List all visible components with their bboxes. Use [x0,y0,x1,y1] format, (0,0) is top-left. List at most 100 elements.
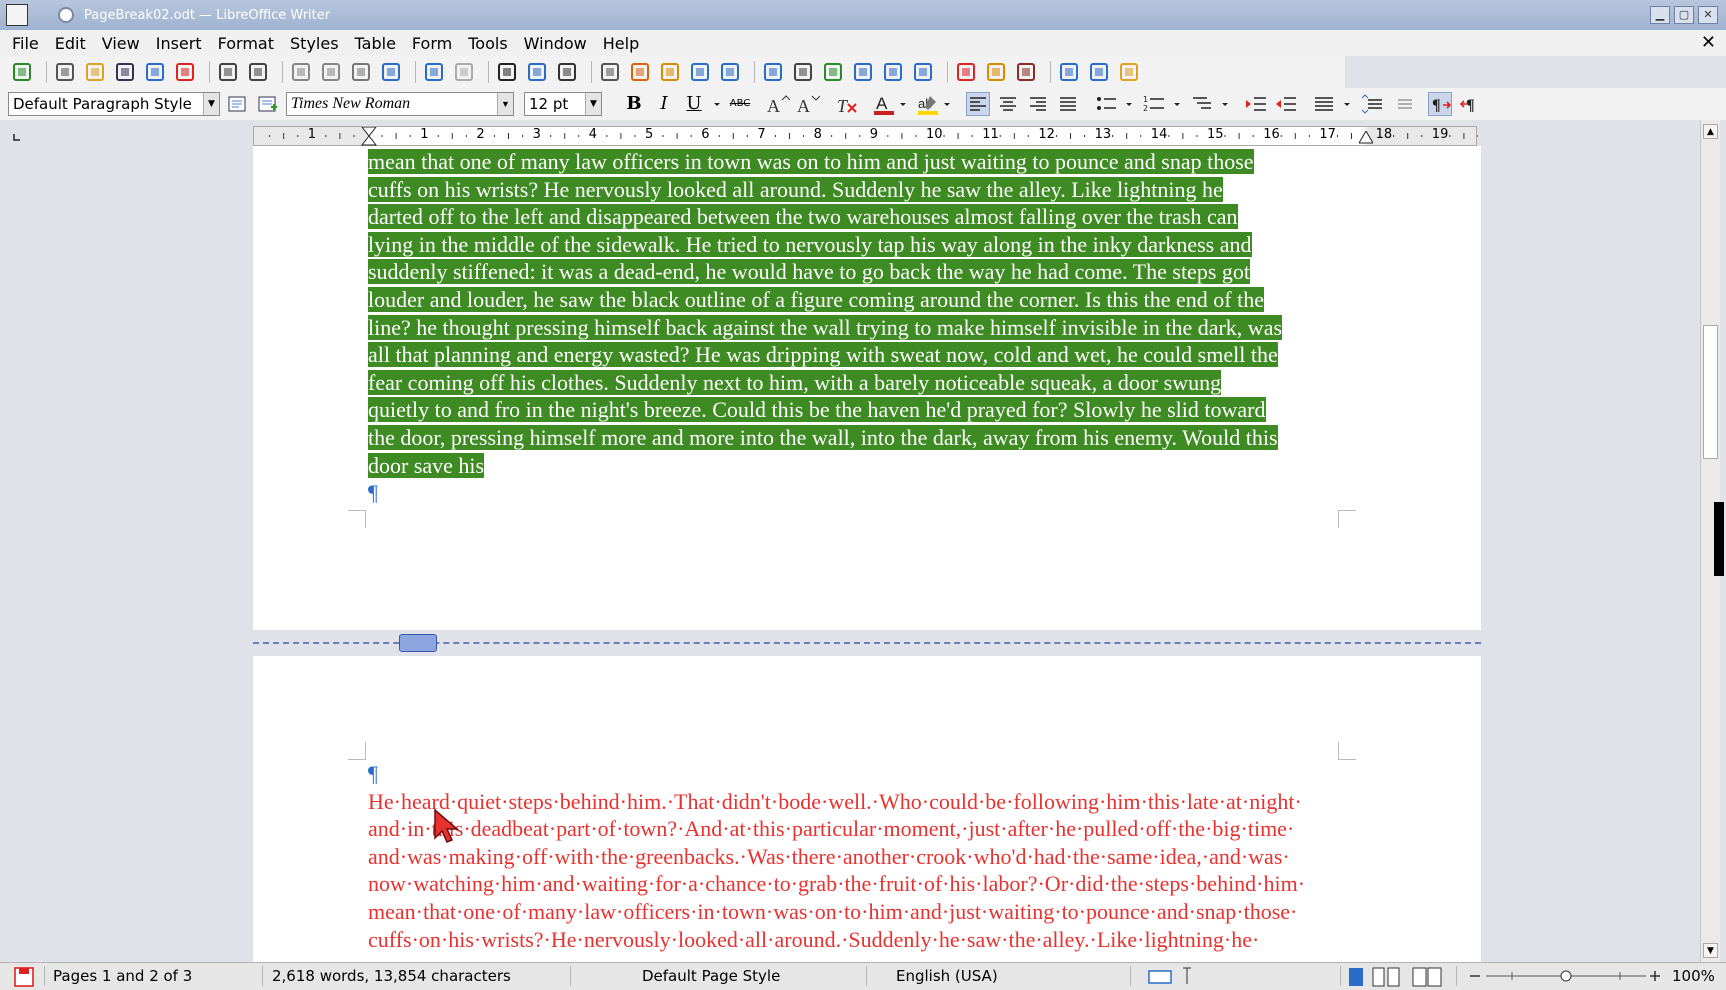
new-document-icon[interactable] [53,60,77,84]
selected-text[interactable]: lying in the middle of the sidewalk. He … [368,231,1252,257]
selected-text[interactable]: door save his [368,452,485,478]
menu-file[interactable]: File [12,34,39,53]
line-spacing-icon[interactable] [1312,92,1336,116]
export-pdf-icon[interactable] [173,60,197,84]
align-center-icon[interactable] [996,92,1020,116]
zoom-slider[interactable] [1466,965,1662,990]
outline-list-icon[interactable] [1190,92,1214,116]
bullet-list-icon[interactable] [1094,92,1118,116]
menu-format[interactable]: Format [218,34,274,53]
numbered-list-icon[interactable]: 12 [1142,92,1166,116]
paragraph-style-combo[interactable]: Default Paragraph Style ▼ [8,92,220,116]
page2-paragraph[interactable]: ¶ He·heard·quiet·steps·behind·him.·That·d… [368,760,1368,953]
document-area[interactable]: mean that one of many law officers in to… [0,146,1707,962]
chevron-down-icon[interactable] [1124,92,1134,116]
selected-text[interactable]: quietly to and fro in the night's breeze… [368,397,1266,423]
maximize-button[interactable]: ▢ [1674,6,1694,24]
align-right-icon[interactable] [1026,92,1050,116]
scroll-up-icon[interactable]: ▲ [1703,124,1718,139]
menu-form[interactable]: Form [412,34,452,53]
menu-table[interactable]: Table [355,34,396,53]
cut-icon[interactable] [289,60,313,84]
multi-page-view-icon[interactable] [1370,965,1404,990]
grow-font-icon[interactable]: A [766,92,791,116]
menu-help[interactable]: Help [603,34,639,53]
update-style-icon[interactable] [226,92,250,116]
font-size-combo[interactable]: 12 pt ▼ [524,92,602,116]
chevron-down-icon[interactable] [1220,92,1230,116]
chevron-down-icon[interactable] [712,92,722,116]
selected-text[interactable]: fear coming off his clothes. Suddenly ne… [368,369,1222,395]
selected-text[interactable]: darted off to the left and disappeared b… [368,204,1238,230]
insert-endnote-icon[interactable] [881,60,905,84]
zoom-level[interactable]: 100% [1672,967,1715,985]
underline-button[interactable]: U [682,92,706,116]
selected-text[interactable]: suddenly stiffened: it was a dead-end, h… [368,259,1250,285]
highlight-color-icon[interactable]: ab [916,92,940,116]
chevron-down-icon[interactable]: ▼ [497,93,513,115]
redo-icon[interactable] [452,60,476,84]
strikethrough-button[interactable]: ABC [728,92,752,116]
insert-image-icon[interactable] [628,60,652,84]
page-1[interactable]: mean that one of many law officers in to… [253,146,1481,630]
word-count[interactable]: 2,618 words, 13,854 characters [272,967,511,985]
font-color-icon[interactable]: A [872,92,896,116]
new-style-icon[interactable] [256,92,280,116]
chevron-down-icon[interactable]: ▼ [585,93,601,115]
chevron-down-icon[interactable]: ▼ [203,93,219,115]
save-as-icon[interactable] [143,60,167,84]
bold-button[interactable]: B [622,92,646,116]
insert-textbox-icon[interactable] [688,60,712,84]
document-modified-icon[interactable] [12,966,36,990]
clone-formatting-icon[interactable] [379,60,403,84]
selected-text[interactable]: all that planning and energy wasted? He … [368,342,1278,368]
insert-special-char-icon[interactable] [791,60,815,84]
spelling-icon[interactable] [525,60,549,84]
chevron-down-icon[interactable] [1172,92,1182,116]
chevron-down-icon[interactable] [898,92,908,116]
undo-icon[interactable] [422,60,446,84]
copy-icon[interactable] [319,60,343,84]
menu-tools[interactable]: Tools [468,34,507,53]
indent-marker-icon[interactable] [360,127,378,147]
app-menu-icon[interactable] [6,4,28,26]
text-line[interactable]: now·watching·him·and·waiting·for·a·chanc… [368,870,1368,898]
insert-table-icon[interactable] [598,60,622,84]
text-line[interactable]: quietly to and fro in the night's breeze… [368,396,1368,424]
page-count[interactable]: Pages 1 and 2 of 3 [53,967,192,985]
decrease-indent-icon[interactable] [1274,92,1298,116]
text-line[interactable]: louder and louder, he saw the black outl… [368,286,1368,314]
text-line[interactable]: mean·that·one·of·many·law·officers·in·to… [368,898,1368,926]
save-icon[interactable] [113,60,137,84]
formatting-marks-icon[interactable] [555,60,579,84]
text-line[interactable]: darted off to the left and disappeared b… [368,203,1368,231]
minimize-button[interactable]: ▁ [1650,6,1670,24]
scrollbar-thumb[interactable] [1703,325,1718,459]
insert-page-break-icon[interactable] [718,60,742,84]
page-break-edit-button[interactable] [399,634,437,652]
text-line[interactable]: cuffs·on·his·wrists?·He·nervously·looked… [368,926,1368,954]
paste-icon[interactable] [349,60,373,84]
text-line[interactable]: the door, pressing himself more and more… [368,424,1368,452]
text-line[interactable]: line? he thought pressing himself back a… [368,314,1368,342]
insert-bookmark-icon[interactable] [911,60,935,84]
insert-footnote-icon[interactable] [851,60,875,84]
right-indent-marker-icon[interactable] [1359,131,1373,145]
insert-cross-reference-icon[interactable] [954,60,978,84]
shrink-font-icon[interactable]: A [796,92,821,116]
menu-styles[interactable]: Styles [290,34,339,53]
print-preview-icon[interactable] [246,60,270,84]
chevron-down-icon[interactable] [1342,92,1352,116]
horizontal-ruler[interactable]: 1 1 2 3 4 5 6 7 8 9 10 11 12 13 14 15 16 17 18 19 [253,126,1478,147]
insert-comment-icon[interactable] [984,60,1008,84]
menu-edit[interactable]: Edit [55,34,86,53]
basic-shapes-icon[interactable] [1087,60,1111,84]
increase-indent-icon[interactable] [1244,92,1268,116]
close-document-icon[interactable]: ✕ [1701,32,1716,53]
show-draw-functions-icon[interactable] [1117,60,1141,84]
italic-button[interactable]: I [652,92,676,116]
insert-line-icon[interactable] [1057,60,1081,84]
align-left-icon[interactable] [966,92,990,116]
text-line[interactable]: suddenly stiffened: it was a dead-end, h… [368,258,1368,286]
menu-window[interactable]: Window [524,34,587,53]
